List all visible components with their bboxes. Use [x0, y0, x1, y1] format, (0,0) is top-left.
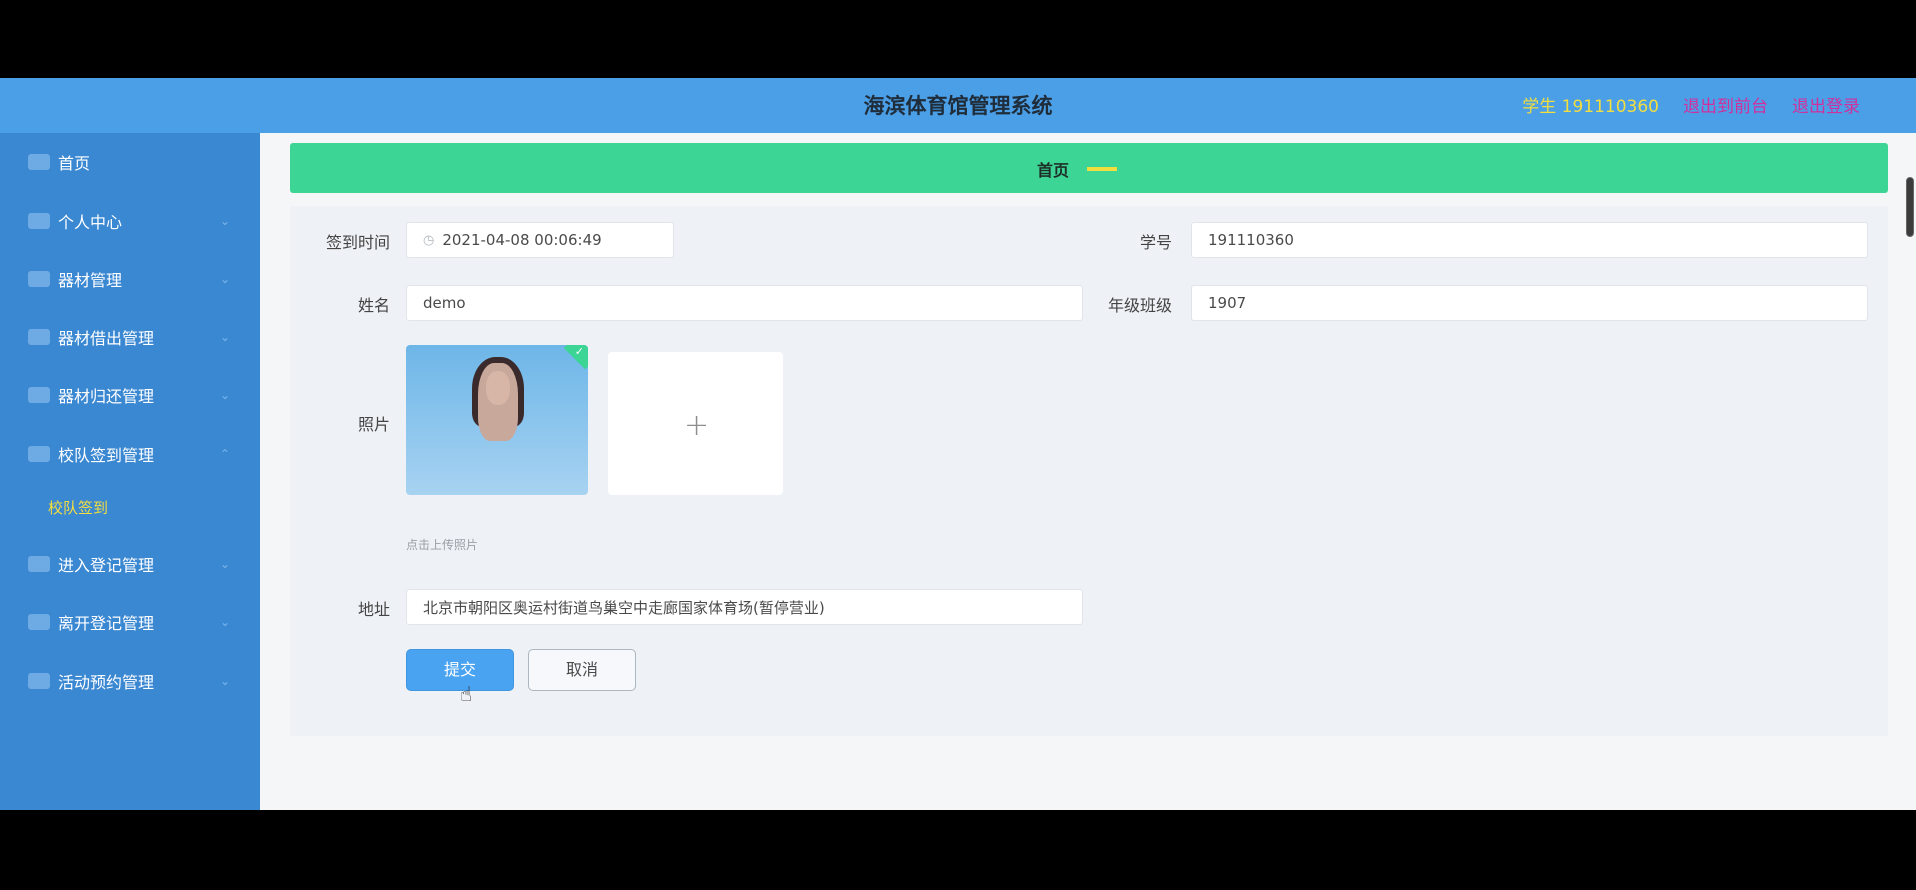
app-window: 海滨体育馆管理系统 学生 191110360 退出到前台 退出登录 首页 个人中…: [0, 78, 1916, 810]
name-label: 姓名: [357, 296, 390, 315]
calendar-icon: ◷: [423, 232, 435, 248]
address-value: 北京市朝阳区奥运村街道鸟巢空中走廊国家体育场(暂停营业): [423, 598, 825, 617]
sidebar-item-equipment[interactable]: 器材管理 ⌄: [0, 255, 260, 303]
class-label: 年级班级: [1107, 296, 1172, 315]
scrollbar[interactable]: [1906, 177, 1914, 237]
breadcrumb-marker: [1087, 167, 1117, 171]
chevron-down-icon: ⌄: [220, 674, 231, 688]
sidebar-subitem-team-checkin[interactable]: 校队签到: [48, 497, 108, 518]
signin-time-value: 2021-04-08 00:06:49: [442, 231, 602, 249]
sidebar-item-label: 离开登记管理: [58, 614, 155, 633]
sidebar-item-label: 个人中心: [58, 213, 123, 232]
sidebar-item-team-checkin[interactable]: 校队签到管理 ⌃: [0, 430, 260, 478]
top-right-bar: 学生 191110360 退出到前台 退出登录: [1522, 92, 1860, 117]
home-icon: [28, 154, 50, 170]
sidebar-item-personal-center[interactable]: 个人中心 ⌄: [0, 197, 260, 245]
photo-person-face: [486, 371, 510, 405]
equipment-icon: [28, 271, 50, 287]
equipment-icon: [28, 387, 50, 403]
signin-time-label: 签到时间: [325, 233, 390, 252]
front-page-button[interactable]: 退出到前台: [1683, 92, 1768, 117]
sidebar: 首页 个人中心 ⌄ 器材管理 ⌄ 器材借出管理 ⌄ 器材归还管理 ⌄ 校队签到管…: [0, 133, 260, 810]
chevron-up-icon: ⌃: [220, 447, 231, 461]
entry-icon: [28, 556, 50, 572]
photo-upload-button[interactable]: +: [608, 352, 783, 495]
cancel-button[interactable]: 取消: [528, 649, 636, 691]
logout-button[interactable]: 退出登录: [1792, 92, 1860, 117]
address-label: 地址: [357, 600, 390, 619]
sidebar-item-label: 器材管理: [58, 271, 123, 290]
name-field[interactable]: demo: [406, 285, 1083, 321]
sidebar-item-equipment-lend[interactable]: 器材借出管理 ⌄: [0, 313, 260, 361]
user-role-label: 学生 191110360: [1522, 97, 1659, 117]
hand-cursor-icon: ☝: [460, 682, 473, 706]
student-no-label: 学号: [1139, 233, 1172, 252]
chevron-down-icon: ⌄: [220, 330, 231, 344]
signin-time-field[interactable]: ◷ 2021-04-08 00:06:49: [406, 222, 674, 258]
equipment-icon: [28, 329, 50, 345]
student-no-value: 191110360: [1208, 231, 1294, 249]
breadcrumb-home[interactable]: 首页: [1037, 157, 1069, 181]
chevron-down-icon: ⌄: [220, 214, 231, 228]
sidebar-item-entry-register[interactable]: 进入登记管理 ⌄: [0, 540, 260, 588]
class-value: 1907: [1208, 294, 1247, 312]
exit-icon: [28, 614, 50, 630]
sidebar-item-exit-register[interactable]: 离开登记管理 ⌄: [0, 598, 260, 646]
sidebar-item-label: 首页: [58, 154, 91, 173]
chevron-down-icon: ⌄: [220, 615, 231, 629]
class-field[interactable]: 1907: [1191, 285, 1868, 321]
user-icon: [28, 213, 50, 229]
sidebar-item-equipment-return[interactable]: 器材归还管理 ⌄: [0, 371, 260, 419]
name-value: demo: [423, 294, 466, 312]
chevron-down-icon: ⌄: [220, 557, 231, 571]
sidebar-item-home[interactable]: 首页: [0, 138, 260, 186]
chevron-down-icon: ⌄: [220, 272, 231, 286]
sidebar-item-label: 活动预约管理: [58, 673, 155, 692]
address-field[interactable]: 北京市朝阳区奥运村街道鸟巢空中走廊国家体育场(暂停营业): [406, 589, 1083, 625]
chevron-down-icon: ⌄: [220, 388, 231, 402]
top-bar: 海滨体育馆管理系统 学生 191110360 退出到前台 退出登录: [0, 78, 1916, 133]
sidebar-item-label: 器材归还管理: [58, 387, 155, 406]
sidebar-item-label: 校队签到管理: [58, 446, 155, 465]
photo-upload-hint: 点击上传照片: [406, 538, 479, 552]
student-no-field[interactable]: 191110360: [1191, 222, 1868, 258]
plus-icon: +: [684, 408, 710, 443]
sidebar-item-activity-booking[interactable]: 活动预约管理 ⌄: [0, 657, 260, 705]
calendar-icon: [28, 673, 50, 689]
sidebar-item-label: 器材借出管理: [58, 329, 155, 348]
breadcrumb: 首页: [290, 143, 1888, 193]
photo-thumbnail[interactable]: ✓: [406, 345, 588, 495]
checkin-icon: [28, 446, 50, 462]
check-icon: ✓: [574, 345, 584, 358]
photo-label: 照片: [357, 415, 390, 434]
sidebar-item-label: 进入登记管理: [58, 556, 155, 575]
